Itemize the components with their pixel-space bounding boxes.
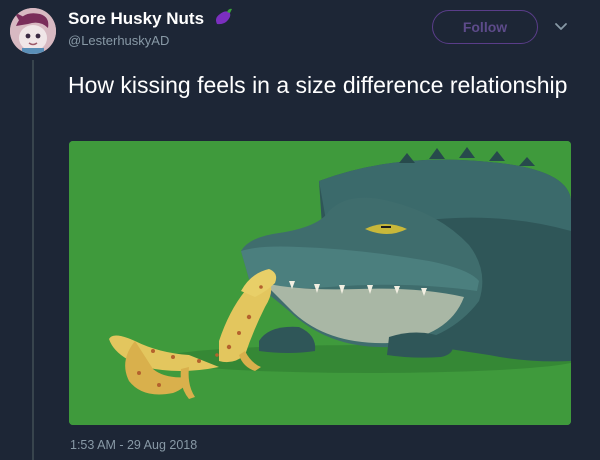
handle[interactable]: @LesterhuskyAD	[68, 33, 169, 48]
tweet-media-image[interactable]	[69, 141, 571, 425]
tweet-text: How kissing feels in a size difference r…	[68, 72, 568, 98]
timestamp[interactable]: 1:53 AM - 29 Aug 2018	[70, 438, 197, 452]
crocodile-and-gecko-illustration	[69, 141, 571, 425]
avatar-image	[10, 8, 56, 54]
avatar[interactable]	[10, 8, 56, 54]
thread-line	[32, 60, 34, 460]
chevron-down-icon[interactable]	[552, 17, 570, 35]
display-name[interactable]: Sore Husky Nuts	[68, 9, 204, 29]
follow-button[interactable]: Follow	[432, 10, 538, 44]
eggplant-icon	[216, 8, 232, 25]
